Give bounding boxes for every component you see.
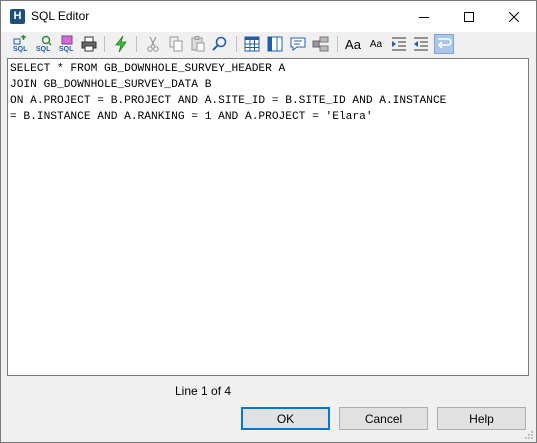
word-wrap-icon (437, 38, 452, 49)
cut-button[interactable] (143, 34, 163, 54)
cancel-button[interactable]: Cancel (339, 407, 428, 430)
word-wrap-button[interactable] (434, 34, 454, 54)
print-icon (81, 36, 97, 52)
toolbar-separator (236, 36, 237, 52)
find-button[interactable] (210, 34, 230, 54)
indent-button[interactable] (389, 34, 409, 54)
svg-text:SQL: SQL (13, 46, 28, 53)
comment-button[interactable] (288, 34, 308, 54)
table-view-icon (244, 36, 260, 52)
table-view-button[interactable] (242, 34, 262, 54)
query-sql-icon: SQL (36, 35, 52, 53)
execute-icon (115, 35, 127, 53)
sql-properties-button[interactable]: SQL (57, 34, 77, 54)
minimize-button[interactable] (401, 1, 446, 32)
outdent-button[interactable] (411, 34, 431, 54)
indent-icon (392, 37, 406, 51)
columns-view-icon (267, 36, 283, 52)
font-smaller-button[interactable]: Aa (366, 34, 386, 54)
line-status: Line 1 of 4 (175, 384, 232, 398)
sql-properties-icon: SQL (59, 35, 74, 53)
add-sql-button[interactable]: SQL (11, 34, 31, 54)
execute-button[interactable] (111, 34, 131, 54)
app-icon: H (10, 9, 25, 24)
cut-icon (147, 36, 159, 52)
toolbar-separator (104, 36, 105, 52)
minimize-icon (418, 16, 429, 18)
copy-icon (169, 36, 183, 52)
toolbar-separator (136, 36, 137, 52)
toolbar-separator (337, 36, 338, 52)
help-button[interactable]: Help (437, 407, 526, 430)
close-icon (508, 11, 519, 22)
resize-grip-icon[interactable] (524, 430, 534, 440)
schema-button[interactable] (311, 34, 331, 54)
sql-query-text[interactable]: SELECT * FROM GB_DOWNHOLE_SURVEY_HEADER … (10, 61, 524, 125)
svg-text:SQL: SQL (59, 46, 74, 53)
close-button[interactable] (491, 1, 536, 32)
columns-view-button[interactable] (265, 34, 285, 54)
font-larger-icon: Aa (345, 36, 361, 52)
maximize-button[interactable] (446, 1, 491, 32)
paste-button[interactable] (188, 34, 208, 54)
find-icon (212, 36, 227, 51)
outdent-icon (414, 37, 428, 51)
maximize-icon (463, 11, 474, 22)
paste-icon (191, 36, 205, 52)
schema-icon (312, 36, 329, 52)
query-sql-button[interactable]: SQL (34, 34, 54, 54)
title-bar[interactable]: H SQL Editor (1, 1, 536, 32)
print-button[interactable] (79, 34, 99, 54)
copy-button[interactable] (166, 34, 186, 54)
sql-text-editor[interactable]: SELECT * FROM GB_DOWNHOLE_SURVEY_HEADER … (7, 58, 529, 376)
app-icon-letter: H (13, 10, 22, 22)
comment-icon (290, 37, 306, 51)
sql-editor-window: H SQL Editor SQL SQL SQL Aa Aa SELECT * … (0, 0, 537, 443)
add-sql-icon: SQL (13, 35, 28, 53)
toolbar: SQL SQL SQL Aa Aa (1, 32, 536, 57)
ok-button[interactable]: OK (241, 407, 330, 430)
window-title: SQL Editor (31, 9, 90, 23)
font-larger-button[interactable]: Aa (343, 34, 363, 54)
font-smaller-icon: Aa (369, 38, 383, 50)
svg-text:SQL: SQL (36, 46, 51, 53)
